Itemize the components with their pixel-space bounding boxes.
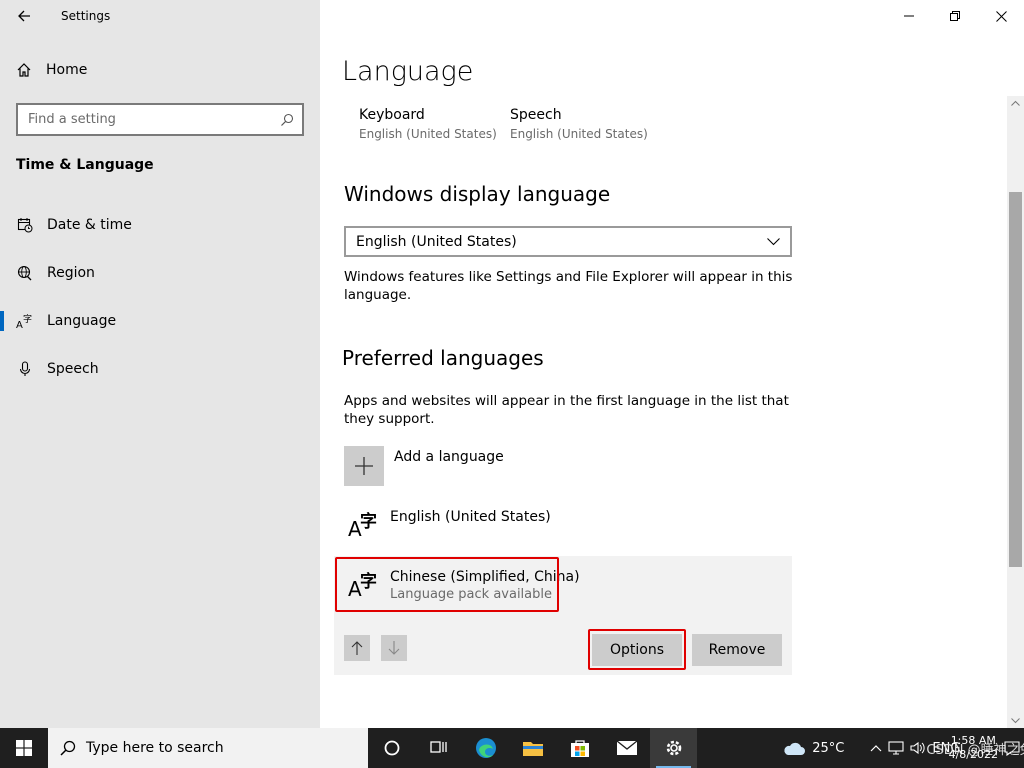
language-name: English (United States) (390, 509, 551, 525)
globe-icon (16, 265, 33, 282)
calendar-clock-icon (16, 217, 33, 234)
app-title: Settings (61, 9, 111, 23)
remove-button[interactable]: Remove (692, 634, 782, 666)
search-input[interactable] (28, 112, 280, 127)
mail-icon (616, 740, 637, 755)
start-button[interactable] (0, 728, 48, 768)
display-language-dropdown[interactable]: English (United States) (344, 226, 792, 257)
cortana-button[interactable] (368, 728, 415, 768)
svg-text:A: A (16, 320, 23, 330)
sidebar: Settings Home Time & Language Date & tim… (0, 0, 320, 728)
settings-taskbar-button[interactable] (650, 728, 697, 768)
add-language-label: Add a language (394, 449, 504, 465)
taskbar-search[interactable]: Type here to search (48, 728, 368, 768)
volume-icon[interactable] (910, 741, 926, 755)
scrollbar[interactable] (1007, 96, 1024, 728)
language-item-chinese[interactable]: A字 Chinese (Simplified, China) Language … (344, 566, 580, 602)
chevron-down-icon (767, 237, 780, 245)
task-view-button[interactable] (415, 728, 462, 768)
back-arrow-icon (18, 10, 30, 22)
sidebar-item-region[interactable]: Region (0, 253, 320, 293)
scroll-thumb[interactable] (1009, 192, 1022, 567)
close-icon (995, 10, 1007, 22)
minimize-icon (904, 15, 914, 17)
store-icon (570, 740, 589, 757)
plus-icon (344, 446, 384, 486)
preferred-languages-description: Apps and websites will appear in the fir… (344, 393, 789, 427)
language-icon: A字 (16, 313, 33, 330)
home-icon (17, 63, 31, 77)
taskbar-search-label: Type here to search (86, 740, 224, 756)
language-icon: A字 (348, 572, 377, 601)
move-down-button[interactable] (381, 635, 407, 661)
cortana-icon (384, 740, 399, 756)
notifications-icon[interactable] (1004, 740, 1020, 756)
sidebar-item-speech[interactable]: Speech (0, 349, 320, 389)
network-icon[interactable] (888, 741, 904, 755)
scroll-down-icon (1011, 718, 1020, 724)
restore-button[interactable] (932, 0, 978, 32)
store-button[interactable] (556, 728, 603, 768)
clock-date: 4/8/2022 (948, 748, 998, 761)
back-button[interactable] (12, 4, 36, 28)
language-name: Chinese (Simplified, China) (390, 569, 580, 585)
sidebar-item-language[interactable]: A字 Language (0, 301, 320, 341)
edge-button[interactable] (462, 728, 509, 768)
chevron-up-icon[interactable] (870, 744, 882, 752)
taskbar: Type here to search 25°C ENG CSDN @睡神之兔 … (0, 728, 1024, 768)
search-icon (281, 113, 294, 126)
keyboard-title: Keyboard (359, 107, 425, 123)
mail-button[interactable] (603, 728, 650, 768)
speech-link[interactable]: Speech English (United States) (510, 107, 648, 141)
sidebar-item-label: Date & time (47, 217, 132, 233)
folder-icon (522, 742, 543, 756)
language-icon: A字 (348, 512, 377, 541)
file-explorer-button[interactable] (509, 728, 556, 768)
add-language-button[interactable]: Add a language (344, 446, 504, 486)
svg-text:字: 字 (23, 313, 32, 325)
home-label: Home (46, 62, 88, 78)
keyboard-sub: English (United States) (359, 127, 497, 141)
windows-logo-icon (16, 740, 32, 756)
arrow-up-icon (351, 641, 363, 655)
search-icon (60, 740, 76, 756)
language-status: Language pack available (390, 587, 552, 602)
sidebar-item-date-time[interactable]: Date & time (0, 205, 320, 245)
page-title: Language (342, 56, 474, 87)
move-up-button[interactable] (344, 635, 370, 661)
system-tray: 25°C ENG CSDN @睡神之兔 1:58 AM 4/8/2022 (782, 728, 1024, 768)
preferred-languages-heading: Preferred languages (342, 346, 544, 370)
display-language-description: Windows features like Settings and File … (344, 269, 793, 303)
sidebar-item-label: Region (47, 265, 95, 281)
main-content: Language Keyboard English (United States… (320, 0, 1024, 728)
restore-icon (950, 11, 960, 21)
minimize-button[interactable] (886, 0, 932, 32)
clock-time: 1:58 AM (950, 734, 996, 747)
edge-icon (475, 738, 496, 758)
keyboard-link[interactable]: Keyboard English (United States) (359, 107, 497, 141)
speech-sub: English (United States) (510, 127, 648, 141)
home-link[interactable]: Home (16, 62, 87, 78)
language-item-english[interactable]: A字 English (United States) (344, 506, 551, 541)
display-language-value: English (United States) (356, 233, 517, 250)
scroll-up-icon (1011, 100, 1020, 106)
sidebar-item-label: Language (47, 313, 117, 329)
options-button[interactable]: Options (592, 634, 682, 666)
arrow-down-icon (388, 641, 400, 655)
microphone-icon (16, 361, 33, 378)
display-language-heading: Windows display language (344, 182, 611, 206)
close-button[interactable] (978, 0, 1024, 32)
find-setting-search[interactable] (16, 103, 304, 136)
sidebar-item-label: Speech (47, 361, 99, 377)
task-view-icon (429, 741, 447, 753)
cloud-icon[interactable] (782, 740, 806, 756)
section-title: Time & Language (16, 157, 154, 173)
clock[interactable]: 1:58 AM 4/8/2022 (949, 734, 998, 762)
weather-temp[interactable]: 25°C (812, 741, 844, 756)
speech-title: Speech (510, 107, 562, 123)
gear-icon (666, 740, 681, 756)
